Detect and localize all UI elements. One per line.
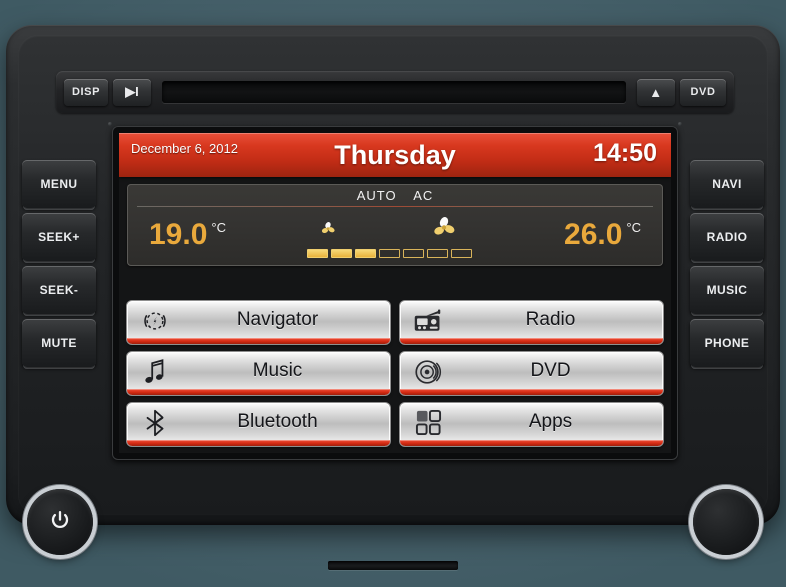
radio-icon [404,308,452,334]
bezel-screw-icon [678,122,682,126]
compass-icon [131,307,179,335]
phone-hard-button[interactable]: PHONE [690,319,764,367]
menu-label-dvd: DVD [530,360,571,381]
disc-slot[interactable] [162,81,626,103]
top-control-bar: DISP ▶I ▲ DVD [56,71,734,113]
fan-bar-segment[interactable] [403,249,424,258]
menu-label-bluetooth: Bluetooth [237,411,318,432]
fan-large-icon [431,215,457,246]
climate-divider [137,206,653,207]
mute-button[interactable]: MUTE [22,319,96,367]
music-note-icon [131,358,179,386]
power-volume-knob[interactable] [27,489,93,555]
menu-label-radio: Radio [525,309,576,330]
fan-bar-segment[interactable] [379,249,400,258]
menu-button-radio[interactable]: Radio [400,301,663,344]
passenger-temperature[interactable]: 26.0 °C [564,218,641,252]
dvd-source-button[interactable]: DVD [680,78,726,106]
bottom-vent [328,561,458,570]
driver-temp-unit: °C [211,220,226,235]
power-icon [48,508,72,537]
music-hard-button[interactable]: MUSIC [690,266,764,314]
menu-button-apps[interactable]: Apps [400,403,663,446]
fan-bar-segment[interactable] [331,249,352,258]
header-clock: 14:50 [593,139,657,167]
climate-mode-row: AUTO AC [127,184,663,203]
menu-button-navigator[interactable]: Navigator [127,301,390,344]
fan-small-icon [319,220,337,243]
fan-bar-segment[interactable] [451,249,472,258]
right-button-column: NAVI RADIO MUSIC PHONE [690,160,764,372]
seek-up-button[interactable]: SEEK+ [22,213,96,261]
bezel-screw-icon [108,122,112,126]
passenger-temp-value: 26.0 [564,218,623,251]
fan-bar-segment[interactable] [355,249,376,258]
menu-hard-button[interactable]: MENU [22,160,96,208]
main-menu-grid: Navigator Radio Music DVD Bluetooth Apps [127,301,663,446]
driver-temperature[interactable]: 19.0 °C [149,218,226,252]
seek-down-button[interactable]: SEEK- [22,266,96,314]
bluetooth-icon [131,408,179,438]
fan-bar-segment[interactable] [427,249,448,258]
menu-label-navigator: Navigator [236,309,319,330]
tune-select-knob[interactable] [693,489,759,555]
passenger-temp-unit: °C [626,220,641,235]
status-header-bar: December 6, 2012 Thursday 14:50 [119,133,671,177]
climate-ac-label[interactable]: AC [413,188,433,203]
climate-panel[interactable]: AUTO AC 19.0 °C 26.0 °C [127,184,663,266]
fan-speed-indicator[interactable] [307,217,483,258]
fan-speed-bars[interactable] [307,249,472,258]
navi-hard-button[interactable]: NAVI [690,160,764,208]
display-screen[interactable]: December 6, 2012 Thursday 14:50 AUTO AC … [119,133,671,453]
menu-button-bluetooth[interactable]: Bluetooth [127,403,390,446]
radio-hard-button[interactable]: RADIO [690,213,764,261]
disp-button[interactable]: DISP [64,78,108,106]
screen-bezel: December 6, 2012 Thursday 14:50 AUTO AC … [108,122,682,460]
eject-button[interactable]: ▲ [637,78,675,106]
disc-icon [404,358,452,386]
driver-temp-value: 19.0 [149,218,208,251]
menu-button-dvd[interactable]: DVD [400,352,663,395]
left-button-column: MENU SEEK+ SEEK- MUTE [22,160,96,372]
header-date: December 6, 2012 [131,141,238,156]
climate-auto-label[interactable]: AUTO [357,188,397,203]
fan-bar-segment[interactable] [307,249,328,258]
grid-apps-icon [404,409,452,436]
menu-label-music: Music [252,360,303,381]
play-pause-button[interactable]: ▶I [113,78,151,106]
menu-label-apps: Apps [528,411,573,432]
menu-button-music[interactable]: Music [127,352,390,395]
